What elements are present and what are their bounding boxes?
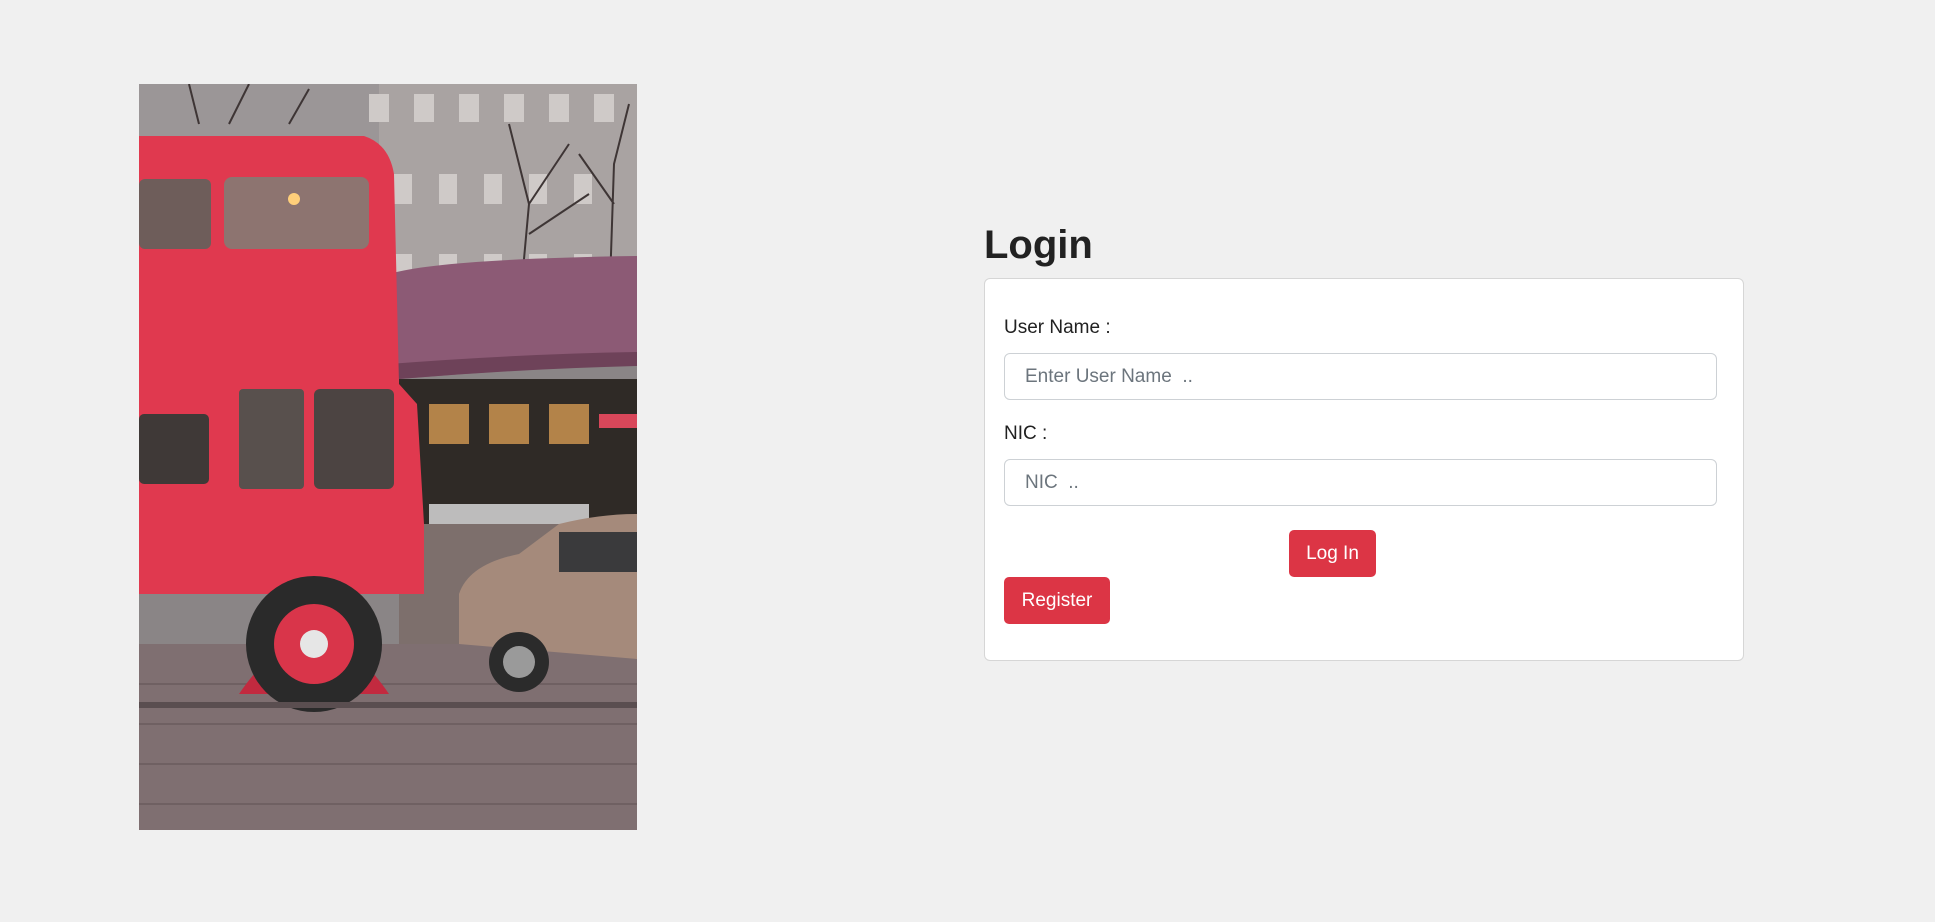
login-title: Login <box>984 223 1093 267</box>
field-spacer <box>1004 400 1716 423</box>
register-button[interactable]: Register <box>1004 577 1110 624</box>
username-label: User Name : <box>1004 317 1111 338</box>
login-card: User Name : NIC : Log In Register <box>984 278 1744 661</box>
login-page: Login User Name : NIC : Log In Register <box>0 0 1935 922</box>
hero-image-red-bus <box>139 84 637 830</box>
nic-input[interactable] <box>1004 459 1717 506</box>
username-input[interactable] <box>1004 353 1717 400</box>
login-button[interactable]: Log In <box>1289 530 1376 577</box>
nic-label: NIC : <box>1004 423 1048 444</box>
login-section: Login User Name : NIC : Log In Register <box>984 218 1744 661</box>
